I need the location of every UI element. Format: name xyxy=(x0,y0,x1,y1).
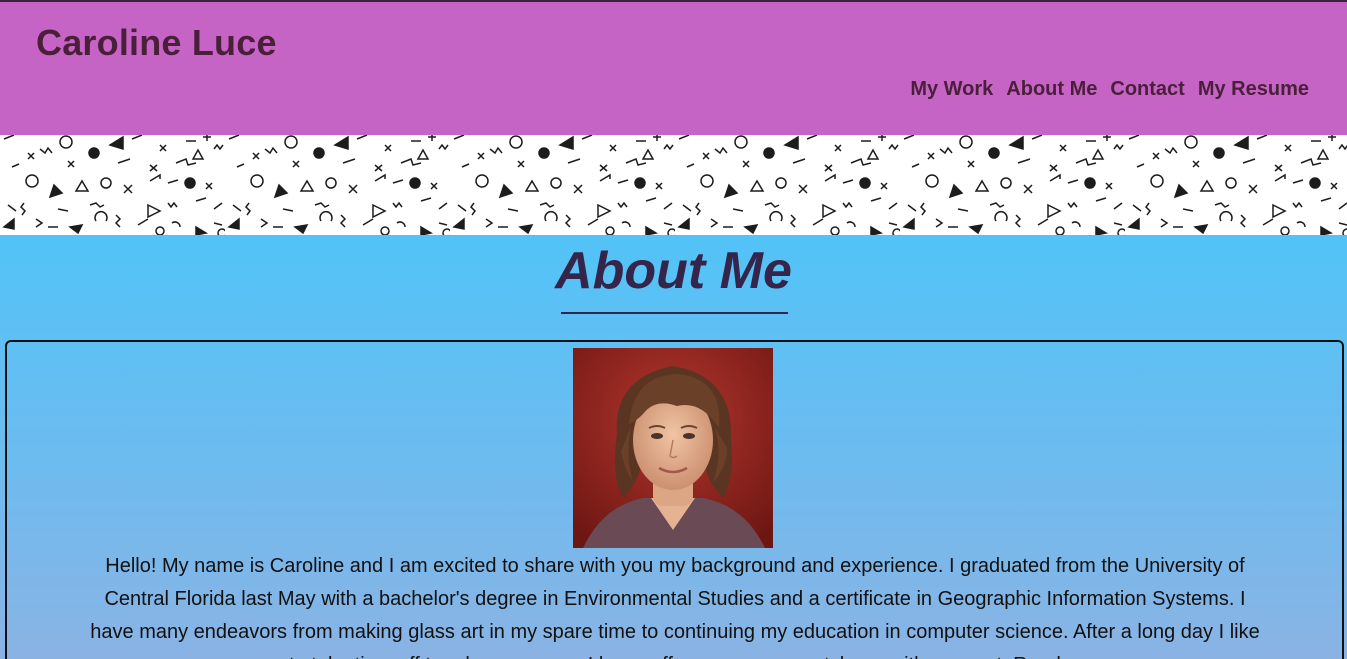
profile-photo xyxy=(573,348,773,548)
nav-my-work[interactable]: My Work xyxy=(910,78,993,101)
site-header: Caroline Luce My Work About Me Contact M… xyxy=(0,0,1347,135)
nav-my-resume[interactable]: My Resume xyxy=(1198,78,1309,101)
memphis-pattern-image xyxy=(0,135,1347,235)
site-title: Caroline Luce xyxy=(36,22,277,63)
pattern-banner xyxy=(0,135,1347,235)
nav-contact[interactable]: Contact xyxy=(1110,78,1184,101)
main-nav: My Work About Me Contact My Resume xyxy=(910,78,1309,101)
nav-about-me[interactable]: About Me xyxy=(1006,78,1097,101)
bio-paragraph: Hello! My name is Caroline and I am exci… xyxy=(90,555,1260,659)
heading-underline xyxy=(561,312,788,314)
about-card: Hello! My name is Caroline and I am exci… xyxy=(5,340,1344,659)
about-section: About Me Hello! My name is Caroline and … xyxy=(0,235,1347,659)
section-heading: About Me xyxy=(555,242,792,300)
portrait-image xyxy=(573,348,773,548)
